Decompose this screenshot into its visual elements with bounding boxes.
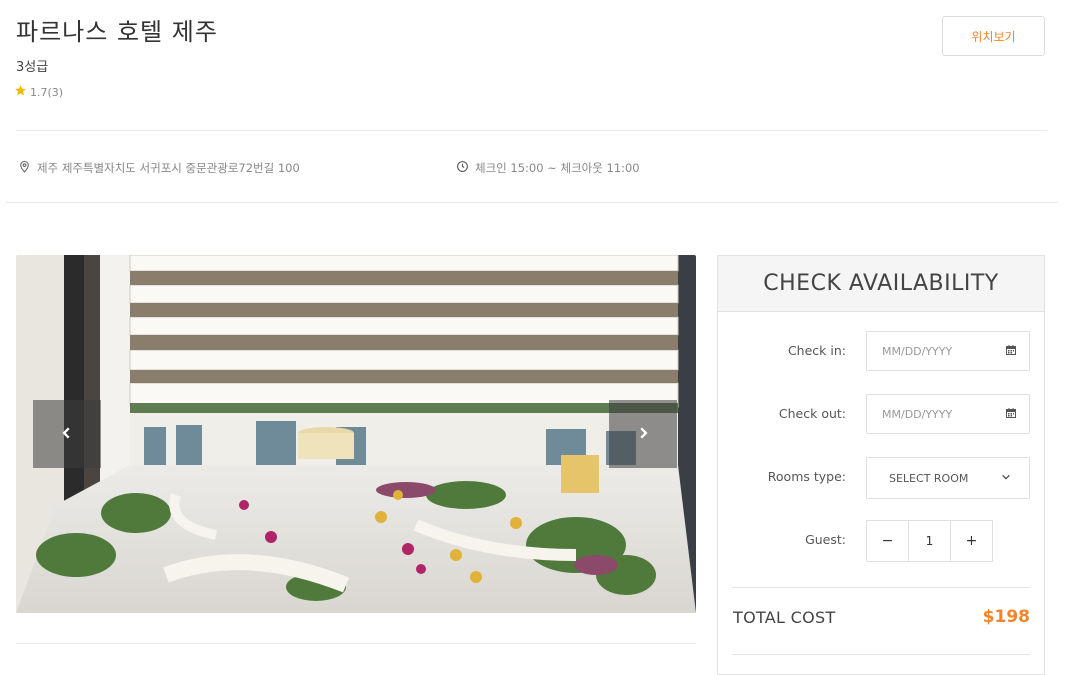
chevron-left-icon [60, 425, 74, 444]
booking-card: CHECK AVAILABILITY Check in: MM/DD/YYYY … [717, 255, 1045, 675]
rooms-type-select[interactable]: SELECT ROOM [866, 457, 1030, 499]
checkin-time-text: 체크인 15:00 ~ 체크아웃 11:00 [475, 161, 640, 175]
address-text: 제주 제주특별자치도 서귀포시 중문관광로72번길 100 [37, 161, 300, 175]
address-row: 제주 제주특별자치도 서귀포시 중문관광로72번길 100 [18, 160, 300, 176]
guest-label: Guest: [805, 532, 846, 547]
clock-icon [456, 160, 469, 176]
divider [16, 643, 696, 644]
total-cost-value: $198 [982, 607, 1030, 627]
star-icon [14, 84, 27, 100]
divider [732, 654, 1030, 655]
chevron-right-icon [636, 425, 650, 444]
checkin-date-input[interactable]: MM/DD/YYYY [866, 331, 1030, 371]
guest-count[interactable]: 1 [908, 521, 951, 561]
booking-card-title: CHECK AVAILABILITY [718, 256, 1044, 312]
divider [732, 587, 1030, 588]
hotel-atrium-photo [16, 255, 696, 613]
rating-text: 1.7(3) [30, 85, 64, 99]
calendar-icon [1005, 344, 1017, 359]
location-pin-icon [18, 160, 31, 176]
checkin-label: Check in: [787, 343, 846, 358]
rooms-type-label: Rooms type: [767, 469, 846, 484]
hotel-title: 파르나스 호텔 제주 [16, 18, 218, 46]
hotel-photo-gallery[interactable] [16, 255, 696, 613]
checkout-label: Check out: [778, 406, 846, 421]
view-location-button[interactable]: 위치보기 [942, 16, 1045, 56]
checkin-time-row: 체크인 15:00 ~ 체크아웃 11:00 [456, 160, 640, 176]
gallery-prev-button[interactable] [33, 400, 101, 468]
total-cost-label: TOTAL COST [733, 608, 836, 627]
gallery-next-button[interactable] [609, 400, 677, 468]
rooms-type-value: SELECT ROOM [889, 471, 969, 485]
guest-decrement-button[interactable]: − [867, 521, 908, 561]
checkout-date-input[interactable]: MM/DD/YYYY [866, 394, 1030, 434]
hotel-grade: 3성급 [16, 60, 49, 75]
divider [5, 202, 1058, 203]
hotel-rating: 1.7(3) [14, 84, 63, 100]
calendar-icon [1005, 407, 1017, 422]
guest-increment-button[interactable]: + [951, 521, 992, 561]
chevron-down-icon [1001, 472, 1011, 485]
checkout-placeholder: MM/DD/YYYY [882, 407, 953, 421]
checkin-placeholder: MM/DD/YYYY [882, 344, 953, 358]
divider [16, 130, 1047, 131]
guest-stepper: − 1 + [866, 520, 993, 562]
